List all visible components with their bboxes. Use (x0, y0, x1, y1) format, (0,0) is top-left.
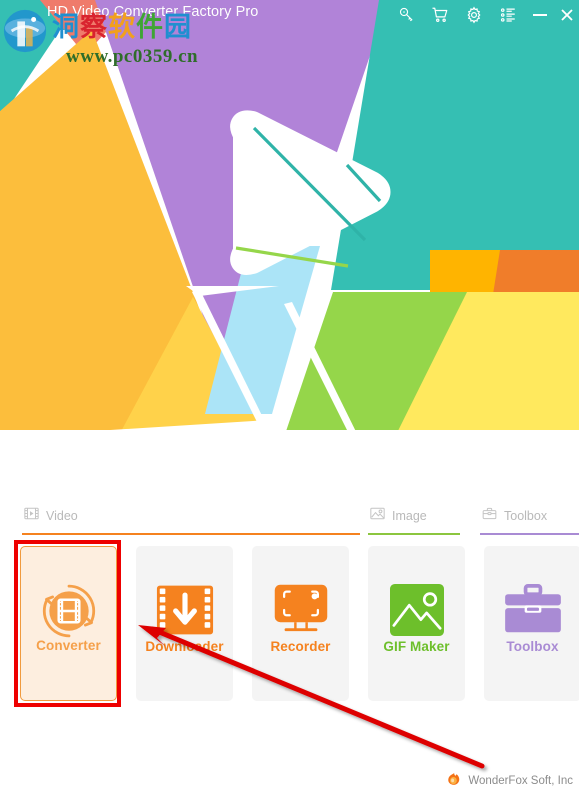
card-gifmaker[interactable]: GIF Maker (368, 546, 465, 701)
titlebar-controls (389, 0, 579, 29)
close-button[interactable] (555, 0, 579, 29)
tab-video-underline (22, 533, 360, 535)
category-tabs: Video Image Toolbox (0, 505, 579, 537)
footer-brand-label: WonderFox Soft, Inc (468, 775, 573, 787)
wonderfox-flame-icon (447, 771, 461, 791)
menu-list-icon[interactable] (491, 0, 525, 29)
tab-image[interactable]: Image (368, 505, 460, 535)
gear-icon[interactable] (457, 0, 491, 29)
picture-icon (370, 507, 385, 525)
application-window: HD Video Converter Factory Pro 洞察软件园 www… (0, 0, 579, 795)
gif-maker-icon (389, 579, 445, 641)
watermark-logo-icon (3, 9, 47, 53)
watermark-chinese-text: 洞察软件园 (52, 12, 192, 43)
card-toolbox[interactable]: Toolbox (484, 546, 579, 701)
register-key-icon[interactable] (389, 0, 423, 29)
card-downloader-label: Downloader (145, 639, 224, 654)
footer-brand: WonderFox Soft, Inc (447, 771, 573, 791)
card-toolbox-label: Toolbox (506, 639, 559, 654)
toolbox-icon (502, 579, 564, 641)
tab-image-underline (368, 533, 460, 535)
tab-video-label: Video (46, 508, 78, 523)
card-downloader[interactable]: Downloader (136, 546, 233, 701)
tab-video[interactable]: Video (22, 505, 360, 535)
watermark-url: www.pc0359.cn (66, 46, 199, 67)
cart-icon[interactable] (423, 0, 457, 29)
tab-toolbox-underline (480, 533, 579, 535)
briefcase-icon (482, 507, 497, 525)
minimize-button[interactable] (525, 0, 555, 29)
recorder-icon (271, 579, 331, 641)
tab-toolbox-label: Toolbox (504, 508, 548, 523)
tab-toolbox[interactable]: Toolbox (480, 505, 579, 535)
hero-banner (0, 0, 579, 470)
downloader-icon (156, 579, 214, 641)
hero-geometric-artwork (0, 0, 579, 470)
card-recorder-label: Recorder (270, 639, 331, 654)
annotation-highlight-box (14, 540, 121, 707)
tab-image-label: Image (392, 508, 427, 523)
card-gifmaker-label: GIF Maker (383, 639, 450, 654)
film-strip-icon (24, 507, 39, 525)
card-recorder[interactable]: Recorder (252, 546, 349, 701)
